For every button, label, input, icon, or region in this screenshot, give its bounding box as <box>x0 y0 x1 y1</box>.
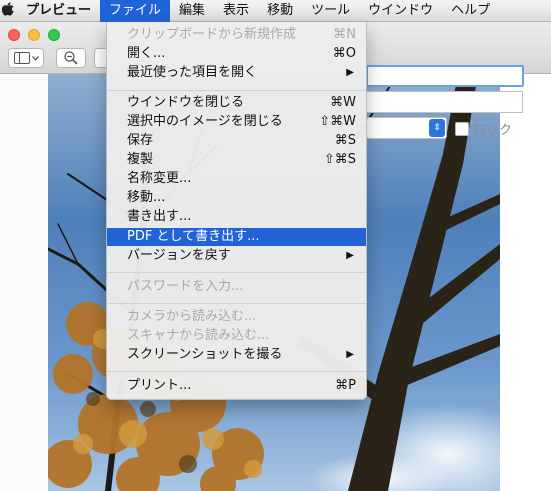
zoom-out-button[interactable] <box>56 48 86 68</box>
menu-file[interactable]: ファイル <box>100 0 171 22</box>
menu-item-import-from-scanner[interactable]: スキャナから読み込む... <box>107 327 366 345</box>
minimize-window-button[interactable] <box>28 29 40 41</box>
menu-item-take-screenshot[interactable]: スクリーンショットを撮る ▶ <box>107 346 366 364</box>
menu-item-export-as-pdf[interactable]: PDF として書き出す... <box>107 228 366 246</box>
zoom-out-icon <box>64 51 78 65</box>
sidebar-toggle-button[interactable] <box>8 48 44 68</box>
menu-window[interactable]: ウインドウ <box>359 0 442 22</box>
menu-item-duplicate[interactable]: 複製 ⇧⌘S <box>107 151 366 169</box>
menu-help[interactable]: ヘルプ <box>442 0 499 22</box>
menu-item-export[interactable]: 書き出す... <box>107 208 366 226</box>
menu-item-import-from-camera[interactable]: カメラから読み込む... <box>107 308 366 326</box>
menu-preview[interactable]: プレビュー <box>16 0 100 22</box>
submenu-arrow-icon: ▶ <box>346 250 354 261</box>
chevron-down-icon <box>31 55 39 61</box>
menu-item-save[interactable]: 保存 ⌘S <box>107 132 366 150</box>
zoom-window-button[interactable] <box>48 29 60 41</box>
updown-chevron-icon: ⇕ <box>429 119 445 137</box>
menu-item-open-recent[interactable]: 最近使った項目を開く ▶ <box>107 64 366 82</box>
apple-logo-icon[interactable] <box>0 1 16 20</box>
menu-tools[interactable]: ツール <box>302 0 359 22</box>
lock-checkbox-box[interactable] <box>455 121 469 136</box>
menu-item-enter-password[interactable]: パスワードを入力... <box>107 278 366 296</box>
submenu-arrow-icon: ▶ <box>346 349 354 360</box>
menu-view[interactable]: 表示 <box>214 0 258 22</box>
menu-separator <box>107 272 366 273</box>
menu-separator <box>107 371 366 372</box>
sidebar-toggle-icon <box>13 52 30 64</box>
menu-edit[interactable]: 編集 <box>170 0 214 22</box>
menu-item-move[interactable]: 移動... <box>107 189 366 207</box>
menu-item-open[interactable]: 開く... ⌘O <box>107 45 366 63</box>
menu-bar: プレビュー ファイル 編集 表示 移動 ツール ウインドウ ヘルプ <box>0 0 551 22</box>
menu-item-rename[interactable]: 名称変更... <box>107 170 366 188</box>
inspector-select[interactable]: ⇕ <box>366 117 447 139</box>
inspector-field-1[interactable] <box>366 65 524 87</box>
menu-item-revert-to[interactable]: バージョンを戻す ▶ <box>107 247 366 265</box>
menu-item-close-window[interactable]: ウインドウを閉じる ⌘W <box>107 94 366 112</box>
close-window-button[interactable] <box>8 29 20 41</box>
menu-separator <box>107 303 366 304</box>
menu-item-close-selected-image[interactable]: 選択中のイメージを閉じる ⇧⌘W <box>107 113 366 131</box>
menu-item-print[interactable]: プリント... ⌘P <box>107 377 366 395</box>
menu-separator <box>107 90 366 91</box>
file-menu: クリップボードから新規作成 ⌘N 開く... ⌘O 最近使った項目を開く ▶ ウ… <box>106 22 367 400</box>
inspector-field-2[interactable] <box>366 91 523 113</box>
menu-item-new-from-clipboard[interactable]: クリップボードから新規作成 ⌘N <box>107 26 366 44</box>
menu-go[interactable]: 移動 <box>258 0 302 22</box>
lock-label: ロック <box>473 123 513 138</box>
submenu-arrow-icon: ▶ <box>346 67 354 78</box>
lock-checkbox[interactable]: ロック <box>455 119 512 138</box>
